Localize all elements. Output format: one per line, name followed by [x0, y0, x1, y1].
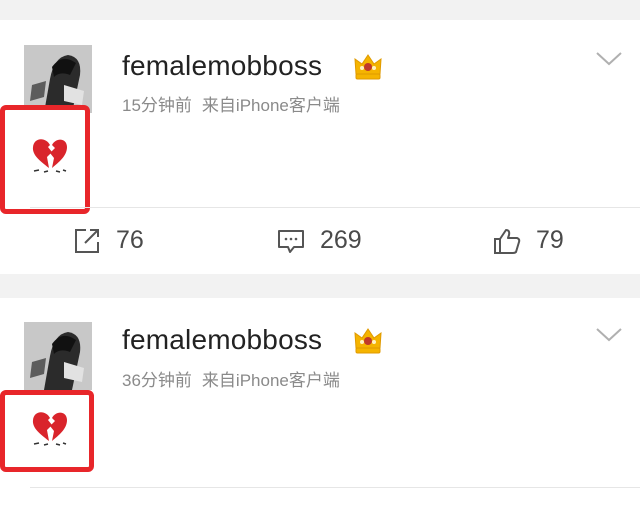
weibo-post-card: femalemobboss 15分钟前 来自iPhone客户端 76 269 7… [0, 20, 640, 274]
repost-icon [75, 228, 99, 253]
chevron-down-icon[interactable] [594, 50, 624, 68]
vip-crown-icon[interactable] [353, 326, 383, 354]
post-meta: 36分钟前 来自iPhone客户端 [122, 366, 340, 391]
post-meta: 15分钟前 来自iPhone客户端 [122, 91, 340, 116]
top-gap [0, 0, 640, 20]
post-source[interactable]: 来自iPhone客户端 [202, 96, 340, 115]
comment-icon [278, 229, 304, 253]
like-count: 79 [536, 226, 564, 254]
broken-heart-icon [32, 139, 67, 173]
repost-button[interactable]: 76 [72, 226, 144, 255]
comment-button[interactable]: 269 [276, 226, 362, 255]
avatar[interactable] [24, 45, 92, 113]
divider [30, 487, 640, 488]
like-button[interactable]: 79 [492, 226, 564, 255]
avatar-image [24, 45, 92, 113]
avatar[interactable] [24, 322, 92, 390]
vip-crown-icon[interactable] [353, 52, 383, 80]
card-separator [0, 274, 640, 298]
repost-count: 76 [116, 226, 144, 254]
post-source[interactable]: 来自iPhone客户端 [202, 371, 340, 390]
avatar-image [24, 322, 92, 390]
weibo-post-card: femalemobboss 36分钟前 来自iPhone客户端 [0, 298, 640, 507]
post-time: 36分钟前 [122, 371, 192, 390]
chevron-down-icon[interactable] [594, 326, 624, 344]
username[interactable]: femalemobboss [122, 50, 322, 82]
action-bar: 76 269 79 [0, 208, 640, 274]
comment-count: 269 [320, 226, 362, 254]
broken-heart-icon [32, 412, 67, 446]
username[interactable]: femalemobboss [122, 324, 322, 356]
post-time: 15分钟前 [122, 96, 192, 115]
thumbs-up-icon [494, 228, 521, 254]
post-content-highlight [0, 390, 94, 472]
post-content-highlight [0, 105, 90, 214]
